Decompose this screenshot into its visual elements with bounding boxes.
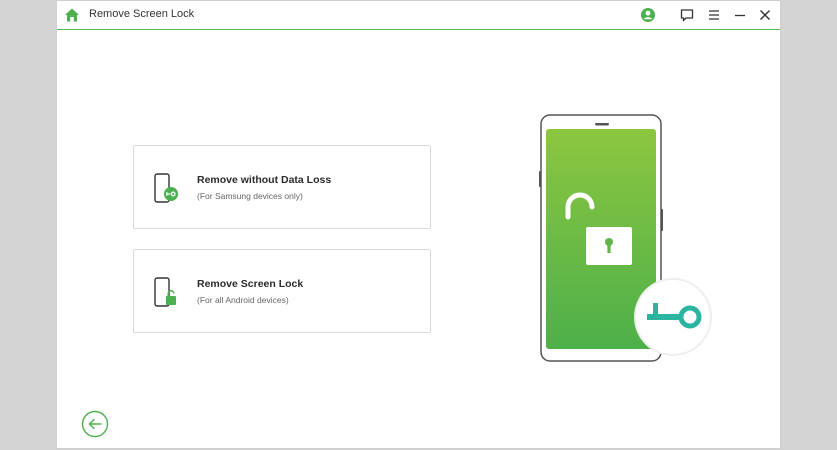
option-remove-screen-lock[interactable]: Remove Screen Lock (For all Android devi… bbox=[133, 249, 431, 333]
title-bar: Remove Screen Lock bbox=[57, 1, 780, 30]
feedback-icon[interactable] bbox=[679, 7, 695, 23]
app-window: Remove Screen Lock Remove without Data L… bbox=[56, 0, 781, 449]
option-subtitle: (For Samsung devices only) bbox=[197, 191, 303, 201]
minimize-icon[interactable] bbox=[732, 7, 748, 23]
user-icon[interactable] bbox=[640, 7, 656, 23]
home-icon[interactable] bbox=[64, 7, 80, 23]
option-title: Remove without Data Loss bbox=[197, 174, 332, 186]
menu-icon[interactable] bbox=[706, 7, 722, 23]
key-badge-icon bbox=[634, 278, 712, 356]
phone-lock-icon bbox=[154, 277, 176, 307]
close-icon[interactable] bbox=[757, 7, 773, 23]
phone-key-icon bbox=[154, 173, 178, 203]
phone-unlock-illustration bbox=[539, 114, 712, 362]
option-title: Remove Screen Lock bbox=[197, 278, 304, 290]
option-remove-without-data-loss[interactable]: Remove without Data Loss (For Samsung de… bbox=[133, 145, 431, 229]
back-button[interactable] bbox=[81, 410, 109, 438]
window-title: Remove Screen Lock bbox=[89, 8, 195, 20]
option-subtitle: (For all Android devices) bbox=[197, 295, 289, 305]
